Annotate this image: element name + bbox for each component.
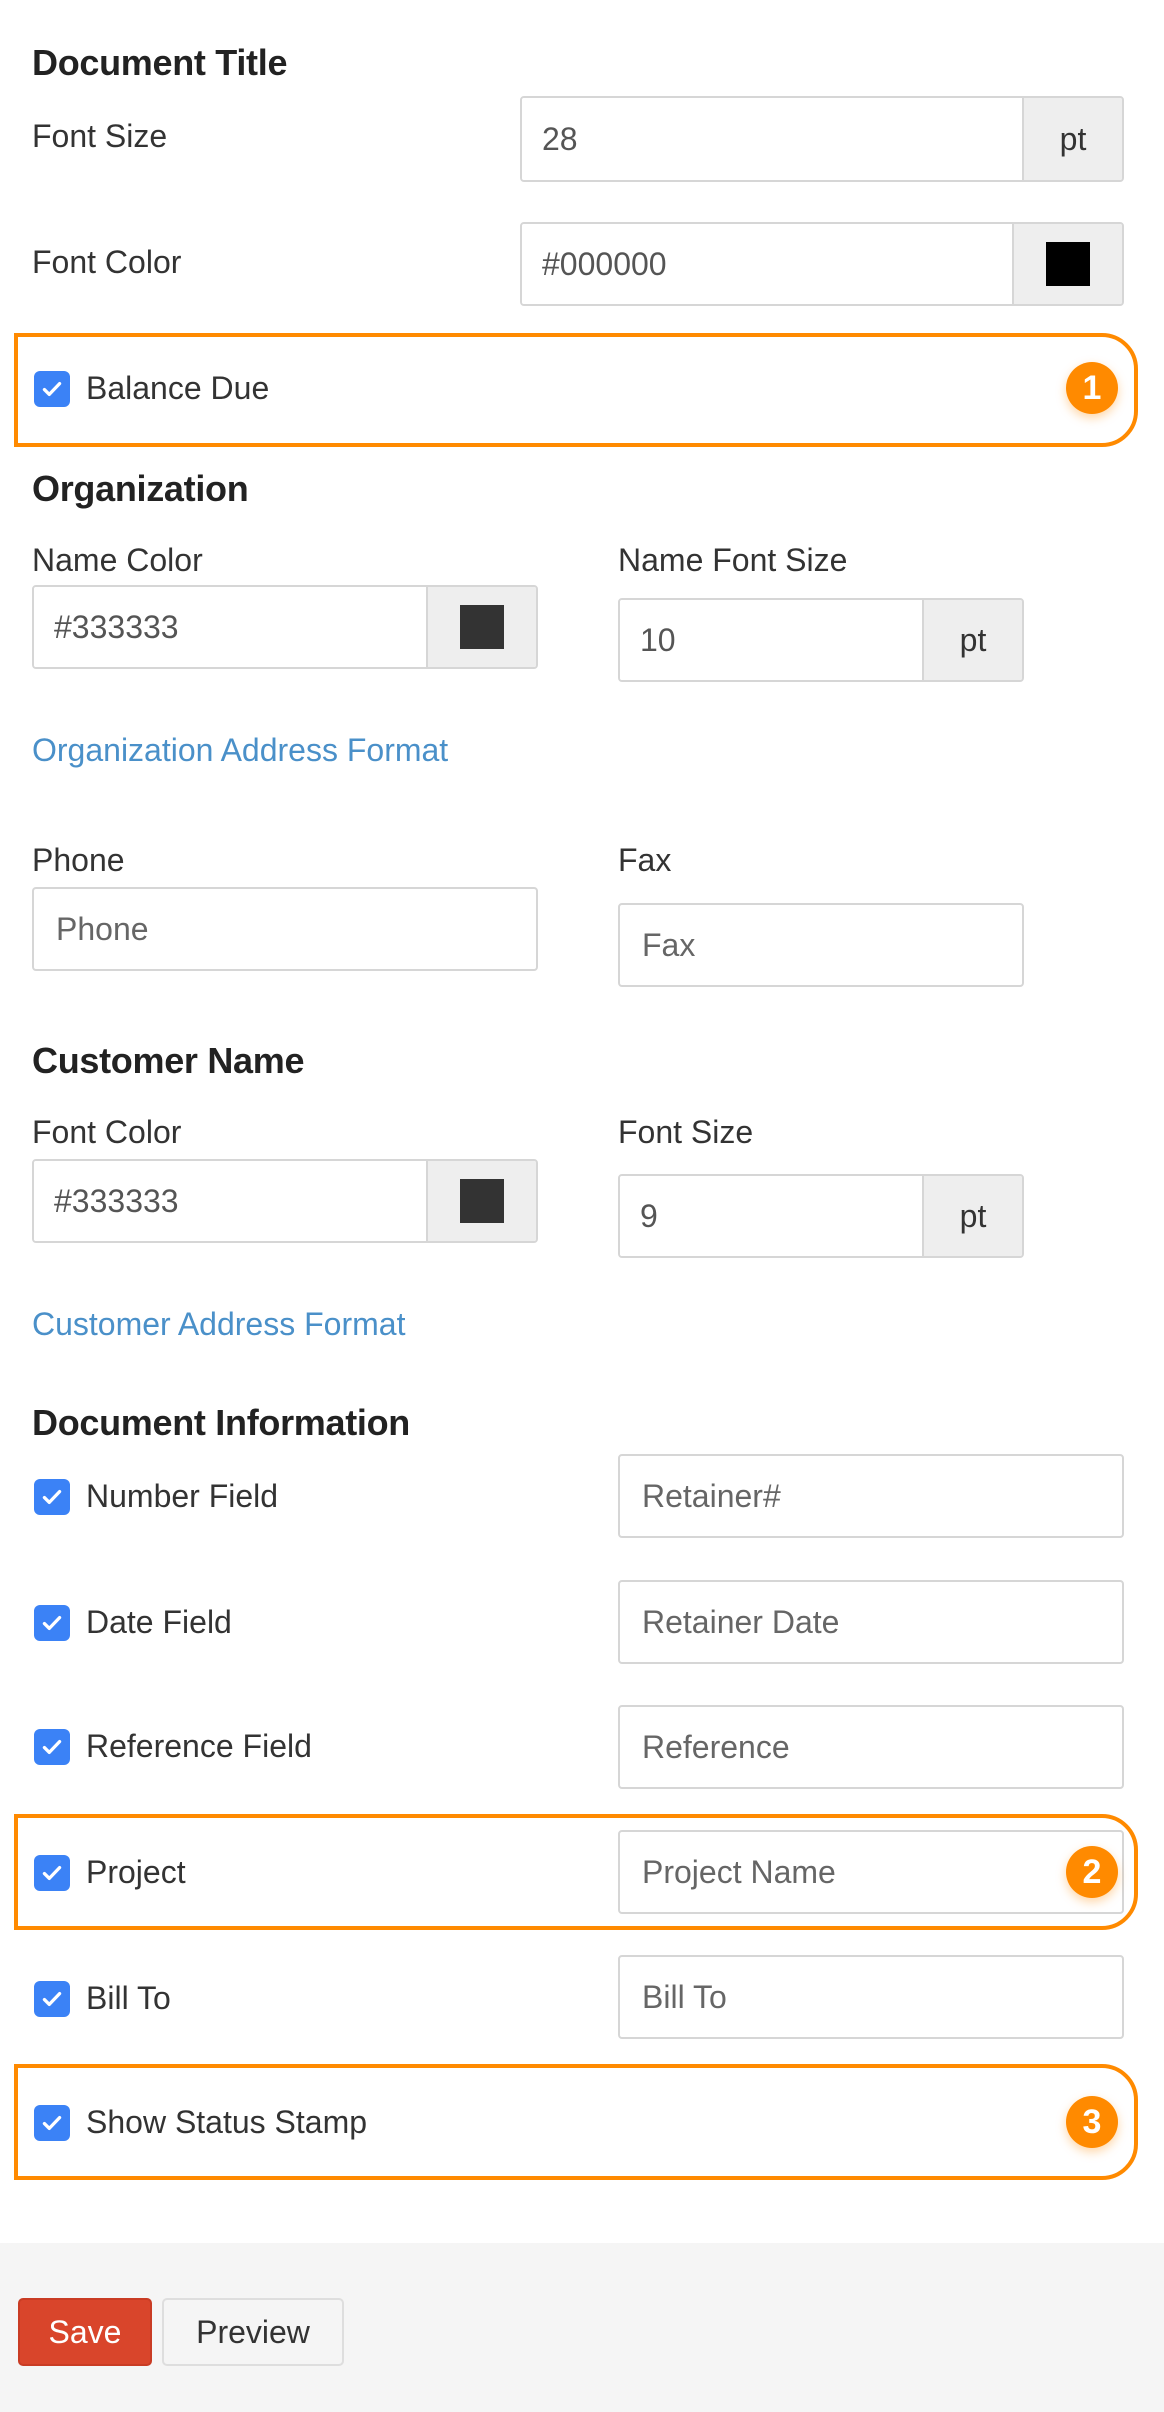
phone-input[interactable] [32, 887, 538, 971]
project-label: Project [86, 1854, 186, 1890]
date-field-checkbox-row[interactable]: Date Field [34, 1604, 232, 1641]
reference-field-label: Reference Field [86, 1728, 312, 1764]
color-swatch [1046, 242, 1090, 286]
fax-input[interactable] [618, 903, 1024, 987]
organization-name-font-size-group: pt [618, 598, 1024, 682]
customer-font-color-label: Font Color [32, 1114, 182, 1150]
organization-heading: Organization [32, 468, 249, 509]
annotation-badge-2: 2 [1066, 1846, 1118, 1898]
customer-font-color-input[interactable] [34, 1161, 426, 1241]
pt-unit-addon: pt [1022, 98, 1122, 180]
checkbox-checked-icon[interactable] [34, 370, 70, 407]
color-picker-button[interactable] [1012, 224, 1122, 304]
document-title-font-color-input[interactable] [522, 224, 1012, 304]
checkbox-checked-icon[interactable] [34, 2104, 70, 2141]
number-field-label: Number Field [86, 1478, 279, 1514]
checkbox-checked-icon[interactable] [34, 1728, 70, 1765]
reference-field-input[interactable] [618, 1705, 1124, 1789]
customer-font-size-label: Font Size [618, 1114, 754, 1150]
save-button[interactable]: Save [18, 2298, 152, 2366]
color-picker-button[interactable] [426, 1161, 536, 1241]
document-title-font-color-group [520, 222, 1124, 306]
reference-field-checkbox-row[interactable]: Reference Field [34, 1728, 312, 1765]
document-title-font-size-input[interactable] [522, 98, 1022, 180]
bill-to-checkbox-row[interactable]: Bill To [34, 1980, 171, 2017]
date-field-label: Date Field [86, 1604, 232, 1640]
customer-name-heading: Customer Name [32, 1040, 305, 1081]
color-swatch [460, 1179, 504, 1223]
balance-due-checkbox-row[interactable]: Balance Due [34, 370, 269, 407]
organization-name-color-group [32, 585, 538, 669]
checkbox-checked-icon[interactable] [34, 1980, 70, 2017]
customer-address-format-link[interactable]: Customer Address Format [32, 1306, 405, 1343]
font-color-label: Font Color [32, 244, 182, 280]
color-picker-button[interactable] [426, 587, 536, 667]
balance-due-label: Balance Due [86, 370, 270, 406]
organization-name-color-input[interactable] [34, 587, 426, 667]
font-size-label: Font Size [32, 118, 168, 154]
bill-to-label: Bill To [86, 1980, 171, 2016]
organization-address-format-link[interactable]: Organization Address Format [32, 732, 448, 769]
color-swatch [460, 605, 504, 649]
project-checkbox-row[interactable]: Project [34, 1854, 186, 1891]
checkbox-checked-icon[interactable] [34, 1604, 70, 1641]
annotation-badge-3: 3 [1066, 2096, 1118, 2148]
show-status-stamp-label: Show Status Stamp [86, 2104, 368, 2140]
date-field-input[interactable] [618, 1580, 1124, 1664]
annotation-badge-1: 1 [1066, 362, 1118, 414]
customer-font-color-group [32, 1159, 538, 1243]
name-color-label: Name Color [32, 542, 203, 578]
bill-to-input[interactable] [618, 1955, 1124, 2039]
show-status-stamp-checkbox-row[interactable]: Show Status Stamp [34, 2104, 367, 2141]
document-title-heading: Document Title [32, 42, 288, 83]
phone-label: Phone [32, 842, 125, 878]
customer-font-size-input[interactable] [620, 1176, 922, 1256]
pt-unit-addon: pt [922, 1176, 1022, 1256]
document-title-font-size-group: pt [520, 96, 1124, 182]
preview-button[interactable]: Preview [162, 2298, 344, 2366]
fax-label: Fax [618, 842, 672, 878]
customer-font-size-group: pt [618, 1174, 1024, 1258]
document-information-heading: Document Information [32, 1402, 410, 1443]
organization-name-font-size-input[interactable] [620, 600, 922, 680]
checkbox-checked-icon[interactable] [34, 1854, 70, 1891]
number-field-checkbox-row[interactable]: Number Field [34, 1478, 278, 1515]
checkbox-checked-icon[interactable] [34, 1478, 70, 1515]
number-field-input[interactable] [618, 1454, 1124, 1538]
name-font-size-label: Name Font Size [618, 542, 848, 578]
pt-unit-addon: pt [922, 600, 1022, 680]
project-name-input[interactable] [618, 1830, 1124, 1914]
